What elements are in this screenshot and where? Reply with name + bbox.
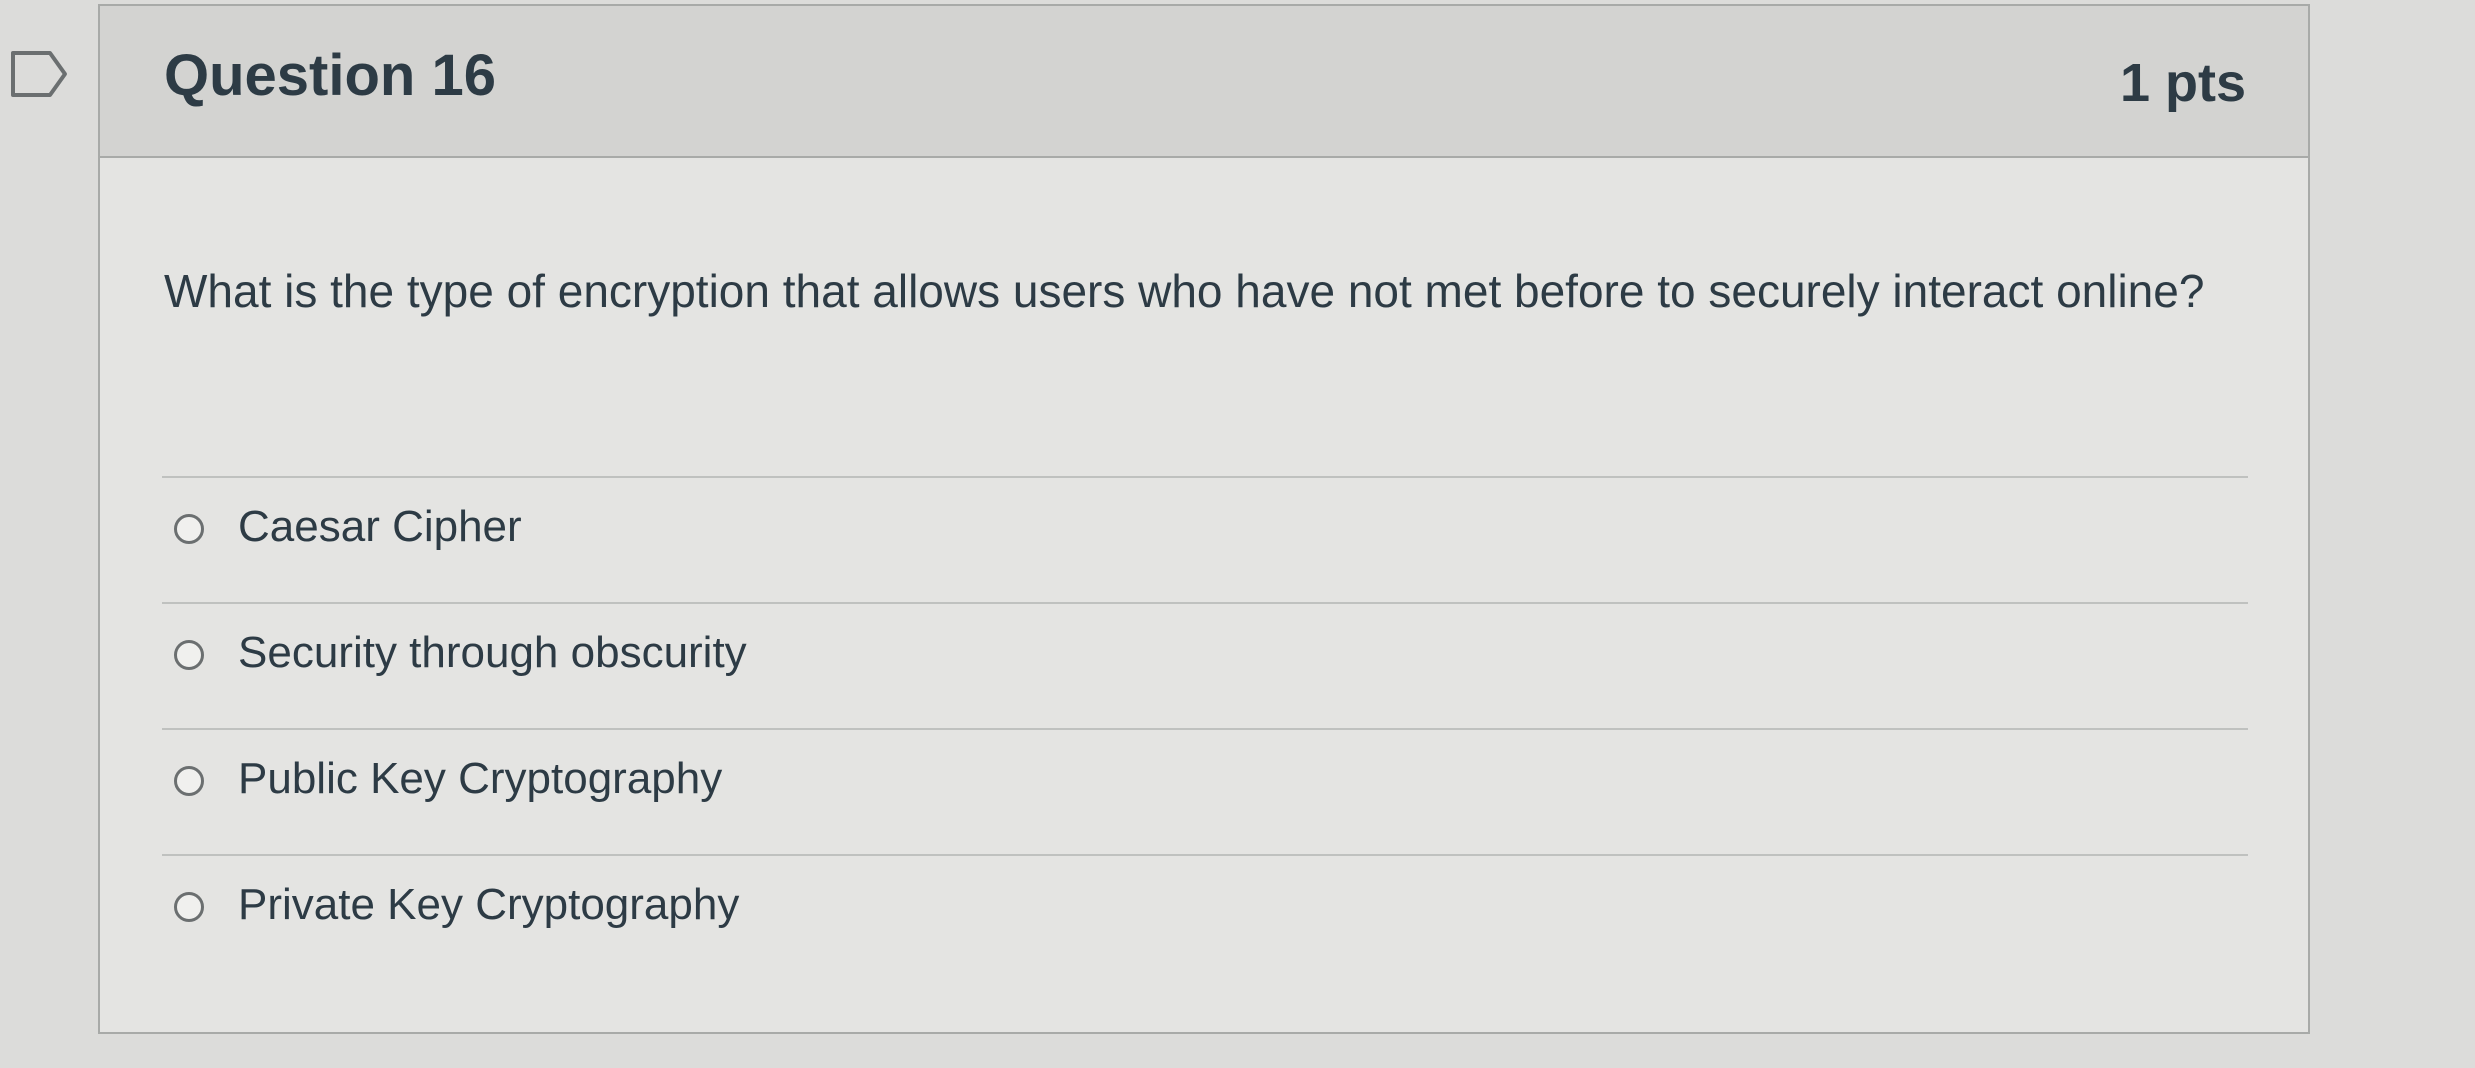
radio-button[interactable] (174, 766, 204, 796)
answer-list: Caesar Cipher Security through obscurity… (162, 476, 2248, 980)
flag-question-icon[interactable] (10, 50, 68, 98)
answer-option[interactable]: Security through obscurity (162, 602, 2248, 728)
question-header: Question 16 1 pts (100, 6, 2308, 158)
question-text: What is the type of encryption that allo… (164, 265, 2205, 317)
answer-label[interactable]: Caesar Cipher (238, 502, 522, 552)
answer-label[interactable]: Security through obscurity (238, 628, 747, 678)
radio-button[interactable] (174, 514, 204, 544)
answer-option[interactable]: Public Key Cryptography (162, 728, 2248, 854)
answer-option[interactable]: Caesar Cipher (162, 476, 2248, 602)
answer-option[interactable]: Private Key Cryptography (162, 854, 2248, 980)
bookmark-flag-icon (11, 51, 67, 97)
answer-label[interactable]: Public Key Cryptography (238, 754, 722, 804)
radio-button[interactable] (174, 892, 204, 922)
radio-button[interactable] (174, 640, 204, 670)
question-points: 1 pts (2119, 53, 2246, 113)
answer-label[interactable]: Private Key Cryptography (238, 880, 739, 930)
question-title: Question 16 (164, 43, 496, 108)
question-card: Question 16 1 pts What is the type of en… (98, 4, 2310, 1034)
